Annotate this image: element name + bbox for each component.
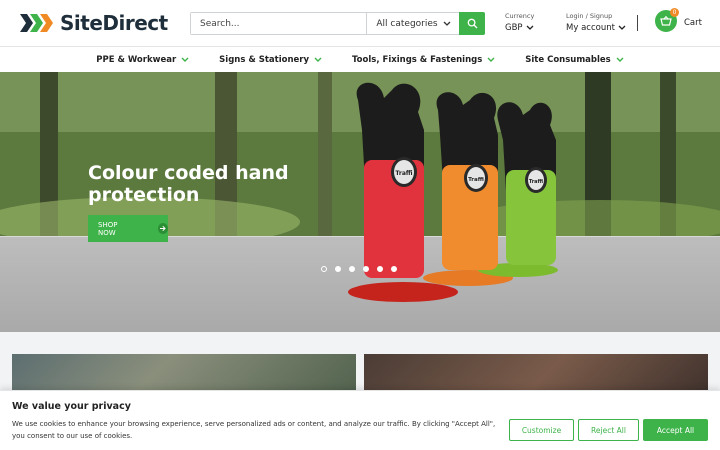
carousel-dot[interactable] [321, 266, 327, 272]
chevron-down-icon [181, 57, 189, 62]
main-nav: PPE & Workwear Signs & Stationery Tools,… [0, 46, 720, 72]
nav-item-label: Site Consumables [525, 54, 611, 65]
login-signup-label: Login / Signup [566, 12, 613, 20]
search-button[interactable] [459, 12, 485, 35]
shop-now-label: SHOP NOW [98, 220, 118, 237]
glove-brand-label: Traffi [468, 177, 484, 183]
brand-name: SiteDirect [60, 11, 168, 35]
currency-value: GBP [505, 23, 523, 33]
nav-item-signs-stationery[interactable]: Signs & Stationery [219, 55, 322, 65]
arrow-right-icon [157, 223, 168, 234]
nav-item-site-consumables[interactable]: Site Consumables [525, 54, 624, 65]
hero-headline: Colour coded hand protection [88, 162, 289, 206]
chevron-down-icon [616, 57, 624, 62]
search-input[interactable] [191, 13, 366, 34]
gloves-product-image: Traffi Traffi Traffi [348, 82, 558, 302]
shop-now-button[interactable]: SHOP NOW [88, 215, 168, 242]
site-header: SiteDirect All categories Currency GBP L… [0, 0, 720, 46]
carousel-dot[interactable] [349, 266, 355, 272]
search-icon [467, 18, 477, 29]
carousel-dot[interactable] [335, 266, 341, 272]
chevron-down-icon [443, 21, 451, 26]
search-bar: All categories [190, 12, 485, 35]
carousel-dots [321, 266, 397, 272]
cart-count-badge: 0 [670, 8, 679, 17]
carousel-dot[interactable] [377, 266, 383, 272]
basket-icon [660, 16, 672, 26]
currency-selector[interactable]: Currency GBP [505, 12, 534, 33]
cookie-consent-banner: We value your privacy We use cookies to … [0, 390, 720, 450]
cart-label[interactable]: Cart [684, 18, 702, 28]
nav-item-tools-fixings[interactable]: Tools, Fixings & Fastenings [352, 55, 495, 65]
header-divider [637, 15, 638, 31]
reject-all-button[interactable]: Reject All [578, 419, 639, 441]
accept-all-button[interactable]: Accept All [643, 419, 708, 441]
customize-button[interactable]: Customize [509, 419, 574, 441]
account-menu[interactable]: Login / Signup My account [566, 12, 626, 33]
nav-item-label: Tools, Fixings & Fastenings [352, 54, 483, 65]
chevron-down-icon [487, 57, 495, 62]
currency-label: Currency [505, 12, 535, 20]
category-select-label: All categories [376, 18, 438, 29]
category-select[interactable]: All categories [366, 13, 460, 34]
cookie-title: We value your privacy [12, 401, 131, 412]
chevron-down-icon [314, 57, 322, 62]
glove-brand-label: Traffi [529, 179, 544, 185]
my-account-label: My account [566, 23, 615, 33]
glove-brand-label: Traffi [395, 170, 412, 177]
hero-banner: Traffi Traffi Traffi Colour coded hand p… [0, 72, 720, 332]
nav-item-label: Signs & Stationery [219, 54, 310, 65]
cookie-text: We use cookies to enhance your browsing … [12, 420, 496, 440]
carousel-dot[interactable] [363, 266, 369, 272]
chevron-down-icon [618, 25, 626, 30]
nav-item-label: PPE & Workwear [96, 54, 177, 65]
carousel-dot[interactable] [391, 266, 397, 272]
chevron-down-icon [526, 25, 534, 30]
logo-chevrons-icon [20, 14, 53, 32]
nav-item-ppe-workwear[interactable]: PPE & Workwear [96, 55, 189, 65]
site-logo[interactable]: SiteDirect [20, 11, 168, 35]
